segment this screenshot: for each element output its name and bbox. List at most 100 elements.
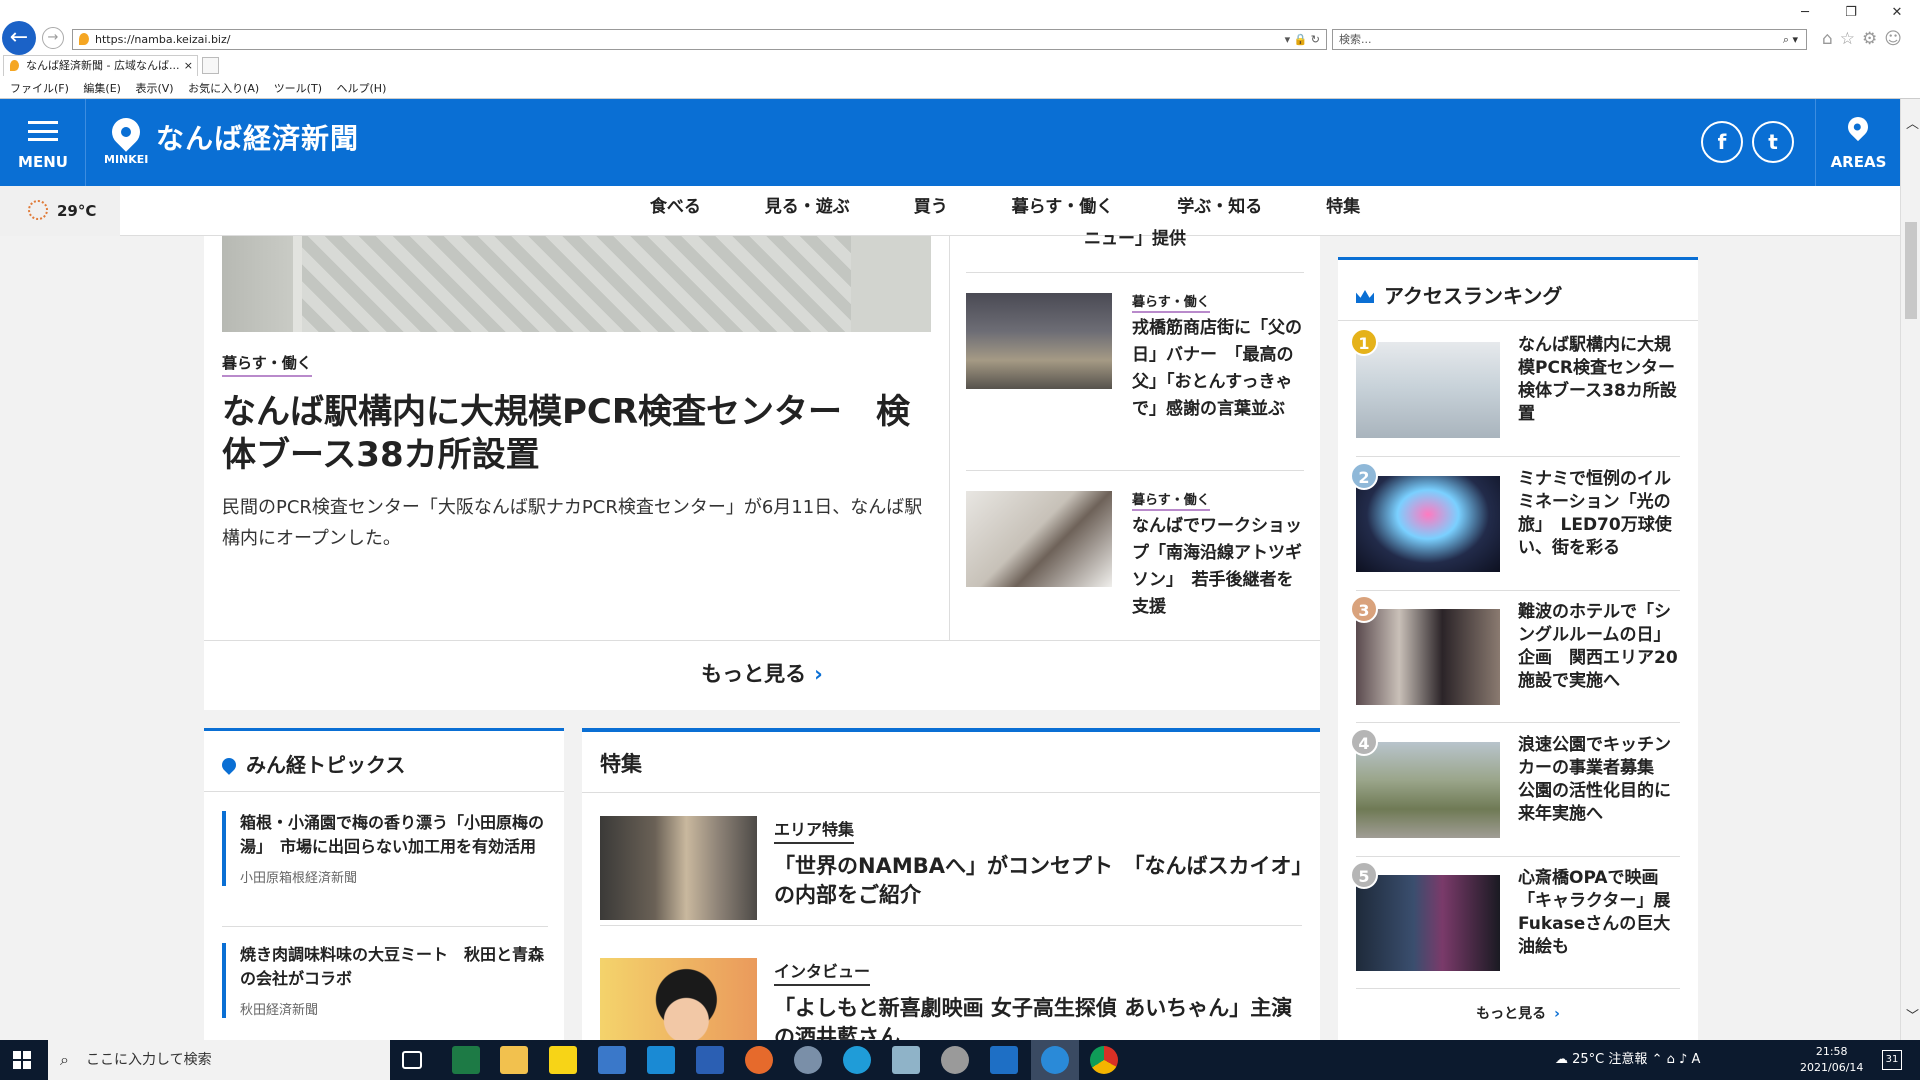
ranking-item[interactable]: 1 なんば駅構内に大規模PCR検査センター 検体ブース38カ所設置 (1350, 328, 1692, 458)
smiley-icon[interactable]: ☺ (1884, 29, 1909, 49)
tray-weather-temp[interactable]: 25°C (1572, 1052, 1604, 1067)
ranking-item[interactable]: 2 ミナミで恒例のイルミネーション「光の旅」 LED70万球使い、街を彩る (1350, 462, 1680, 592)
close-icon[interactable]: ✕ (1874, 5, 1920, 20)
nav-learn[interactable]: 学ぶ・知る (1177, 197, 1262, 217)
windows-start-icon[interactable] (13, 1051, 31, 1069)
restore-icon[interactable]: ❐ (1828, 5, 1874, 20)
ranking-image[interactable] (1356, 342, 1500, 438)
site-title[interactable]: なんば経済新聞 (156, 117, 359, 157)
feature-title[interactable]: 「世界のNAMBAへ」がコンセプト 「なんばスカイオ」の内部をご紹介 (774, 852, 1302, 910)
ranking-more-button[interactable]: もっと見る › (1338, 1003, 1698, 1023)
address-bar[interactable]: https://namba.keizai.biz/ ▾ 🔒 ↻ (72, 29, 1327, 50)
nav-feature[interactable]: 特集 (1326, 197, 1360, 217)
favorites-icon[interactable]: ☆ (1840, 29, 1862, 49)
feature-image[interactable] (600, 816, 757, 920)
side-article[interactable]: 暮らす・働く 戎橋筋商店街に「父の日」バナー 「最高の父」「おとんすっきゃで」感… (966, 272, 1304, 470)
mail-icon[interactable] (647, 1046, 675, 1074)
feature-category[interactable]: エリア特集 (774, 816, 855, 844)
internet-explorer-icon[interactable] (1041, 1046, 1069, 1074)
menu-edit[interactable]: 編集(E) (83, 82, 121, 95)
file-explorer-icon[interactable] (500, 1046, 528, 1074)
notification-center-icon[interactable]: 31 (1882, 1050, 1902, 1070)
side-article-title[interactable]: なんばでワークショップ「南海沿線アトツギソン」 若手後継者を支援 (1132, 513, 1304, 621)
home-icon[interactable]: ⌂ (1822, 29, 1840, 49)
clock[interactable]: 21:58 2021/06/14 (1800, 1044, 1863, 1076)
feature-item[interactable]: エリア特集 「世界のNAMBAへ」がコンセプト 「なんばスカイオ」の内部をご紹介 (600, 816, 1302, 926)
menu-button[interactable]: MENU (0, 99, 86, 186)
ranking-title[interactable]: 浪速公園でキッチンカーの事業者募集 公園の活性化目的に来年実施へ (1518, 734, 1680, 826)
word-icon[interactable] (696, 1046, 724, 1074)
ranking-title[interactable]: 難波のホテルで「シングルルームの日」企画 関西エリア20施設で実施へ (1518, 601, 1680, 693)
topic-title[interactable]: 箱根・小涌園で梅の香り漂う「小田原梅の湯」 市場に出回らない加工用を有効活用 (240, 811, 548, 859)
lead-category-tag[interactable]: 暮らす・働く (222, 352, 312, 377)
nav-buy[interactable]: 買う (914, 197, 948, 217)
new-tab-button[interactable] (202, 57, 219, 74)
menu-view[interactable]: 表示(V) (135, 82, 173, 95)
forward-button[interactable]: → (42, 27, 64, 49)
side-article-title[interactable]: 戎橋筋商店街に「父の日」バナー 「最高の父」「おとんすっきゃで」感謝の言葉並ぶ (1132, 315, 1304, 423)
ranking-title[interactable]: なんば駅構内に大規模PCR検査センター 検体ブース38カ所設置 (1518, 334, 1692, 426)
ranking-image[interactable] (1356, 742, 1500, 838)
areas-button[interactable]: AREAS (1815, 99, 1900, 186)
lead-article-title[interactable]: なんば駅構内に大規模PCR検査センター 検体ブース38カ所設置 (222, 391, 934, 477)
store-icon[interactable] (598, 1046, 626, 1074)
minimize-icon[interactable]: ─ (1782, 5, 1828, 20)
ranking-image[interactable] (1356, 476, 1500, 572)
scrollbar-thumb[interactable] (1905, 222, 1917, 319)
sticky-notes-icon[interactable] (549, 1046, 577, 1074)
edge-icon[interactable] (843, 1046, 871, 1074)
feature-category[interactable]: インタビュー (774, 958, 871, 986)
side-article-category[interactable]: 暮らす・働く (1132, 291, 1210, 313)
app-icon[interactable] (892, 1046, 920, 1074)
outlook-icon[interactable] (990, 1046, 1018, 1074)
volume-icon[interactable]: ♪ (1679, 1052, 1687, 1067)
side-article[interactable]: ニュー」提供 (966, 229, 1304, 272)
side-article-image[interactable] (966, 491, 1112, 587)
topic-item[interactable]: 箱根・小涌園で梅の香り漂う「小田原梅の湯」 市場に出回らない加工用を有効活用 小… (222, 811, 548, 886)
browser-search-box[interactable]: 検索... ⌕ ▾ (1332, 29, 1807, 50)
nav-eat[interactable]: 食べる (650, 197, 701, 217)
side-article-title[interactable]: ニュー」提供 (1084, 226, 1256, 253)
ranking-title[interactable]: ミナミで恒例のイルミネーション「光の旅」 LED70万球使い、街を彩る (1518, 468, 1680, 560)
twitter-icon[interactable]: t (1752, 121, 1794, 163)
ranking-image[interactable] (1356, 609, 1500, 705)
more-news-button[interactable]: もっと見る › (204, 640, 1320, 710)
browser-tab[interactable]: なんば経済新聞 - 広域なんば... × (3, 55, 198, 76)
app-icon[interactable] (941, 1046, 969, 1074)
task-view-icon[interactable] (402, 1051, 422, 1069)
app-icon[interactable] (794, 1046, 822, 1074)
ranking-image[interactable] (1356, 875, 1500, 971)
firefox-icon[interactable] (745, 1046, 773, 1074)
browser-toolbar-icons[interactable]: ⌂☆⚙☺ (1822, 29, 1909, 49)
scroll-down-icon[interactable]: ﹀ (1906, 1005, 1919, 1024)
lead-article-image[interactable] (222, 236, 931, 332)
gear-icon[interactable]: ⚙ (1862, 29, 1884, 49)
side-article-category[interactable]: 暮らす・働く (1132, 489, 1210, 511)
ime-indicator[interactable]: A (1691, 1052, 1700, 1067)
tray-weather-status[interactable]: 注意報 (1608, 1052, 1647, 1067)
excel-icon[interactable] (452, 1046, 480, 1074)
side-article[interactable]: 暮らす・働く なんばでワークショップ「南海沿線アトツギソン」 若手後継者を支援 (966, 470, 1304, 640)
menu-help[interactable]: ヘルプ(H) (337, 82, 387, 95)
cloud-weather-icon[interactable]: ☁ (1555, 1052, 1568, 1067)
feature-image[interactable] (600, 958, 757, 1040)
back-button[interactable]: ← (2, 21, 36, 55)
vertical-scrollbar[interactable]: ︿ ﹀ (1900, 99, 1920, 1040)
taskbar-search[interactable]: ⌕ ここに入力して検索 (48, 1040, 390, 1080)
ranking-item[interactable]: 3 難波のホテルで「シングルルームの日」企画 関西エリア20施設で実施へ (1350, 595, 1680, 725)
nav-live-work[interactable]: 暮らす・働く (1012, 197, 1114, 217)
chrome-icon[interactable] (1090, 1046, 1118, 1074)
menu-file[interactable]: ファイル(F) (10, 82, 69, 95)
menu-favorites[interactable]: お気に入り(A) (188, 82, 259, 95)
nav-see-play[interactable]: 見る・遊ぶ (765, 197, 850, 217)
menu-tools[interactable]: ツール(T) (274, 82, 322, 95)
network-icon[interactable]: ⌂ (1667, 1052, 1675, 1067)
tray-chevron-icon[interactable]: ⌃ (1652, 1052, 1663, 1067)
topic-item[interactable]: 焼き肉調味料味の大豆ミート 秋田と青森の会社がコラボ 秋田経済新聞 (222, 943, 548, 1018)
ranking-item[interactable]: 4 浪速公園でキッチンカーの事業者募集 公園の活性化目的に来年実施へ (1350, 728, 1680, 858)
ranking-title[interactable]: 心斎橋OPAで映画「キャラクター」展 Fukaseさんの巨大油絵も (1518, 867, 1687, 959)
scroll-up-icon[interactable]: ︿ (1906, 113, 1919, 132)
feature-item[interactable]: インタビュー 「よしもと新喜劇映画 女子高生探偵 あいちゃん」主演の酒井藍さん (600, 958, 1302, 1040)
ranking-item[interactable]: 5 心斎橋OPAで映画「キャラクター」展 Fukaseさんの巨大油絵も (1350, 861, 1687, 991)
address-controls[interactable]: ▾ 🔒 ↻ (1285, 30, 1320, 49)
